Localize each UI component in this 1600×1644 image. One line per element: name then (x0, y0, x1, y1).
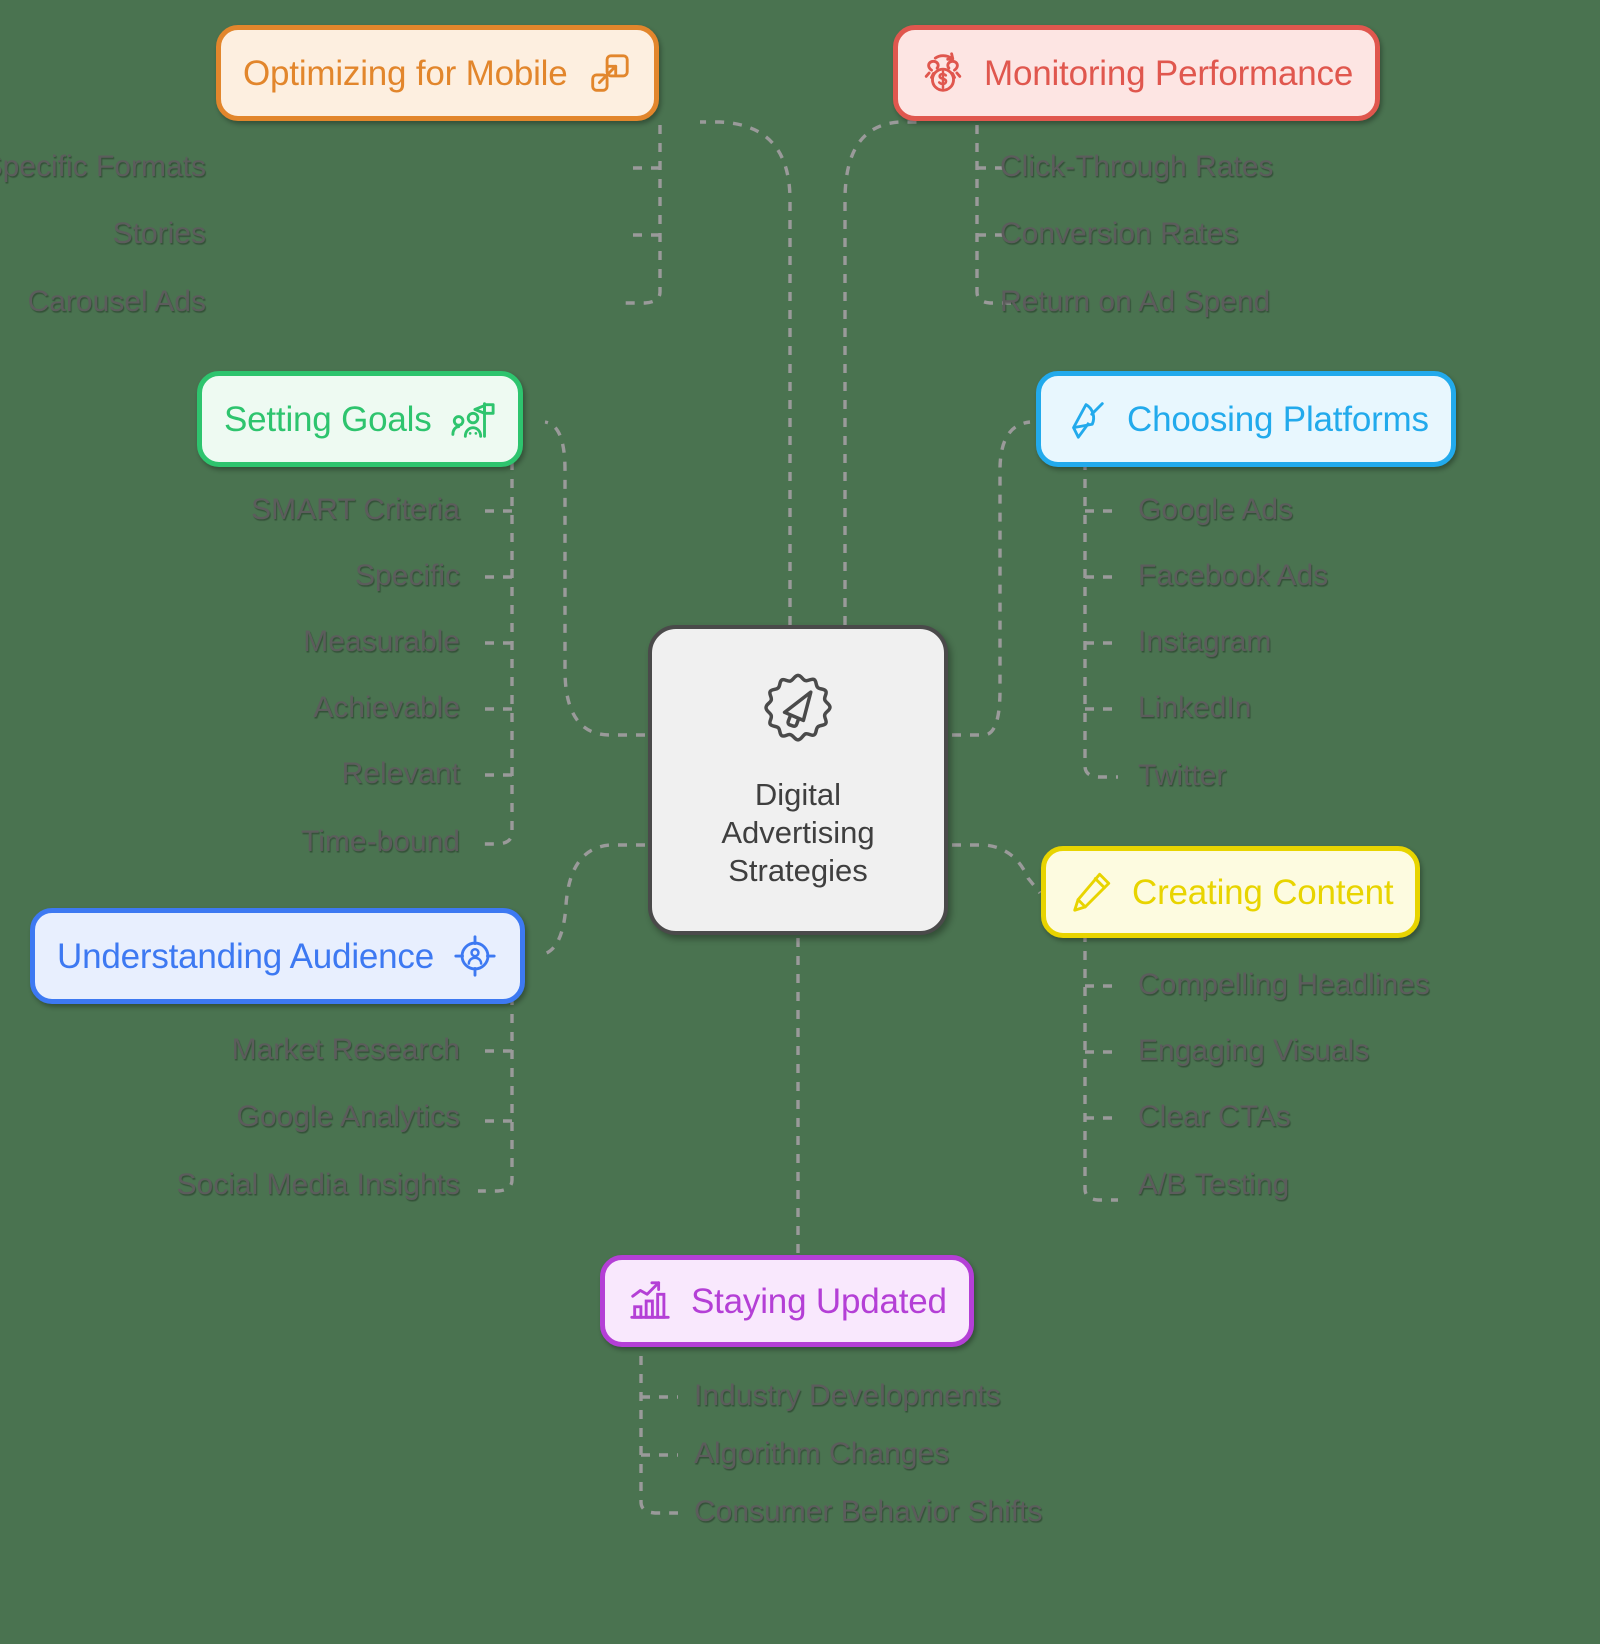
goal-flag-team-icon (450, 402, 495, 438)
leaf-ab-testing: A/B Testing (1138, 1168, 1290, 1201)
central-node[interactable]: Digital Advertising Strategies (648, 625, 948, 935)
pencil-icon (1073, 872, 1111, 912)
branch-label: Setting Goals (224, 399, 432, 439)
branch-setting-goals[interactable]: Setting Goals (197, 371, 523, 467)
branch-label: Staying Updated (691, 1281, 947, 1321)
audience-target-icon (454, 935, 496, 977)
leaf-specific: Specific (354, 559, 460, 592)
leaf-clear-ctas: Clear CTAs (1138, 1100, 1291, 1133)
branch-label: Choosing Platforms (1127, 399, 1429, 439)
growth-chart-icon (630, 1281, 670, 1319)
central-node-title: Digital Advertising Strategies (721, 776, 874, 889)
leaf-google-ads: Google Ads (1138, 493, 1294, 526)
leaf-linkedin: LinkedIn (1138, 691, 1252, 724)
branch-understanding-audience[interactable]: Understanding Audience (30, 908, 525, 1004)
leaf-market-research: Market Research (231, 1033, 460, 1066)
leaf-compelling-headlines: Compelling Headlines (1138, 968, 1430, 1001)
megaphone-badge-icon (764, 673, 832, 742)
leaf-consumer-behavior-shifts: Consumer Behavior Shifts (694, 1495, 1043, 1528)
branch-optimizing-for-mobile[interactable]: Optimizing for Mobile (216, 25, 659, 121)
branch-staying-updated[interactable]: Staying Updated (600, 1255, 974, 1347)
leaf-instagram: Instagram (1138, 625, 1272, 658)
branch-choosing-platforms[interactable]: Choosing Platforms (1036, 371, 1456, 467)
leaf-facebook-ads: Facebook Ads (1138, 559, 1329, 592)
leaf-measurable: Measurable (303, 625, 460, 658)
mobile-responsive-icon (590, 54, 629, 92)
branch-label: Understanding Audience (57, 936, 434, 976)
leaf-return-on-ad-spend: Return on Ad Spend (1000, 285, 1271, 318)
leaf-social-media-insights: Social Media Insights (176, 1168, 460, 1201)
mindmap-canvas: Digital Advertising Strategies Optimizin… (0, 0, 1600, 1644)
central-title-line: Advertising (721, 815, 875, 851)
return-on-investment-icon (924, 52, 962, 92)
leaf-engaging-visuals: Engaging Visuals (1138, 1034, 1370, 1067)
leaf-carousel-ads: Carousel Ads (27, 285, 206, 318)
satellite-dish-icon (1072, 402, 1104, 439)
leaf-google-analytics: Google Analytics (236, 1100, 460, 1133)
central-title-line: Digital (754, 777, 842, 813)
leaf-algorithm-changes: Algorithm Changes (694, 1437, 950, 1470)
leaf-time-bound: Time-bound (301, 825, 460, 858)
branch-label: Optimizing for Mobile (243, 53, 568, 93)
leaf-stories: Stories (112, 217, 206, 250)
central-title-line: Strategies (728, 852, 868, 888)
leaf-conversion-rates: Conversion Rates (1000, 217, 1239, 250)
leaf-relevant: Relevant (341, 757, 460, 790)
leaf-twitter: Twitter (1138, 759, 1227, 792)
leaf-industry-developments: Industry Developments (694, 1379, 1001, 1412)
branch-creating-content[interactable]: Creating Content (1041, 846, 1421, 938)
leaf-mobile-specific-formats: Mobile-Specific Formats (0, 150, 206, 183)
leaf-smart-criteria: SMART Criteria (251, 493, 460, 526)
leaf-achievable: Achievable (313, 691, 460, 724)
branch-label: Monitoring Performance (984, 53, 1354, 93)
branch-label: Creating Content (1132, 872, 1394, 912)
branch-monitoring-performance[interactable]: Monitoring Performance (893, 25, 1381, 121)
leaf-click-through-rates: Click-Through Rates (1000, 150, 1274, 183)
